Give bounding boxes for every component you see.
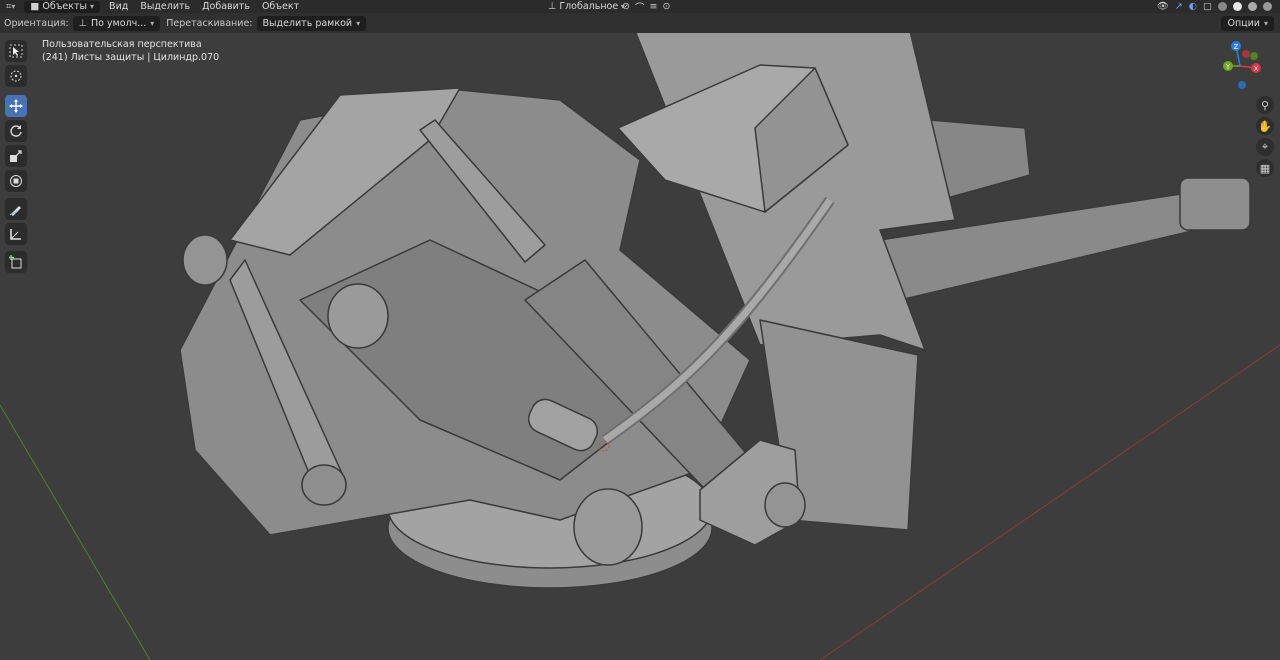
cursor-box-icon xyxy=(9,44,23,58)
add-cube-tool[interactable] xyxy=(5,251,27,273)
mount-bracket-bolt xyxy=(764,482,806,528)
drag-value: Выделить рамкой xyxy=(262,17,353,29)
grid-icon: ▦ xyxy=(1259,161,1271,175)
muzzle xyxy=(1179,177,1251,231)
tool-settings-bar: Ориентация: ⊥ По умолч... ▾ Перетаскиван… xyxy=(0,13,1280,33)
camera-button[interactable]: ⌖ xyxy=(1256,138,1274,156)
transform-orientation-label: Глобальное xyxy=(559,1,619,12)
pan-button[interactable]: ✋ xyxy=(1256,117,1274,135)
options-dropdown[interactable]: Опции ▾ xyxy=(1221,15,1274,31)
pencil-icon xyxy=(9,206,21,216)
trunnion-bottom xyxy=(573,488,643,566)
neg-y-axis-handle[interactable] xyxy=(1250,52,1258,60)
menu-object[interactable]: Объект xyxy=(256,1,305,12)
select-box-tool[interactable] xyxy=(5,40,27,62)
transform-icon xyxy=(10,175,22,187)
ortho-toggle-button[interactable]: ▦ xyxy=(1256,159,1274,177)
view-name: Пользовательская перспектива xyxy=(42,39,202,50)
menu-add[interactable]: Добавить xyxy=(196,1,256,12)
cursor-circle-icon xyxy=(10,70,22,82)
navigation-gizmo[interactable]: Z Y X xyxy=(1216,38,1272,94)
trunnion-left xyxy=(327,283,389,349)
move-arrows-icon xyxy=(9,99,23,113)
add-cube-icon xyxy=(9,255,22,269)
camera-icon: ⌖ xyxy=(1261,140,1269,153)
header-bar: ⌗▾ ■ Объекты ▾ Вид Выделить Добавить Объ… xyxy=(0,0,1280,14)
axes-icon: ⊥ xyxy=(78,17,87,29)
z-axis-handle[interactable]: Z xyxy=(1231,41,1241,51)
snap-target-icon[interactable]: ≡ xyxy=(649,1,657,12)
editor-type-button[interactable]: ⌗▾ xyxy=(0,1,21,12)
chevron-down-icon: ▾ xyxy=(150,18,155,28)
orientation-dropdown[interactable]: ⊥ По умолч... ▾ xyxy=(72,15,161,31)
object-info: (241) Листы защиты | Цилиндр.070 xyxy=(42,52,220,63)
object-mode-icon: ■ xyxy=(30,1,40,12)
x-axis-label: X xyxy=(1254,65,1259,73)
rotate-icon xyxy=(10,125,22,137)
neg-x-axis-handle[interactable] xyxy=(1242,50,1250,58)
snap-icon[interactable]: ⌒ xyxy=(635,0,645,14)
orientation-label: Ориентация: xyxy=(4,17,69,29)
drag-dropdown[interactable]: Выделить рамкой ▾ xyxy=(256,15,367,31)
hand-icon: ✋ xyxy=(1258,119,1272,133)
transform-tool[interactable] xyxy=(5,170,27,192)
y-axis-handle[interactable]: Y xyxy=(1223,61,1233,71)
viewport-info: Пользовательская перспектива (241) Листы… xyxy=(42,38,219,64)
object-mode-dropdown[interactable]: ■ Объекты ▾ xyxy=(24,0,101,13)
rotate-tool[interactable] xyxy=(5,120,27,142)
xray-icon[interactable]: ▢ xyxy=(1203,1,1212,12)
annotate-tool[interactable] xyxy=(5,198,27,220)
neg-z-axis-handle[interactable] xyxy=(1238,81,1246,89)
menu-select[interactable]: Выделить xyxy=(134,1,196,12)
pivot-icon[interactable]: ⊘ xyxy=(622,1,630,12)
material-shading-icon[interactable] xyxy=(1248,2,1257,11)
scale-icon xyxy=(10,150,22,162)
rendered-shading-icon[interactable] xyxy=(1263,2,1272,11)
chevron-down-icon: ▾ xyxy=(90,2,95,11)
menu-view[interactable]: Вид xyxy=(103,1,134,12)
options-label: Опции xyxy=(1227,17,1260,29)
trunnion-rear xyxy=(182,234,228,286)
side-arm-joint xyxy=(301,464,347,506)
object-mode-label: Объекты xyxy=(42,1,88,12)
y-axis-line xyxy=(0,404,151,660)
proportional-edit-icon[interactable]: ⊙ xyxy=(662,1,670,12)
orientation-value: По умолч... xyxy=(90,17,147,29)
viewport-navigation: ⚲ ✋ ⌖ ▦ xyxy=(1256,96,1276,180)
transform-orientation-dropdown[interactable]: ⊥ Глобальное ▾ xyxy=(548,0,625,13)
scale-tool[interactable] xyxy=(5,145,27,167)
wireframe-shading-icon[interactable] xyxy=(1218,2,1227,11)
z-axis-label: Z xyxy=(1234,43,1239,51)
ruler-icon xyxy=(10,229,21,240)
x-axis-handle[interactable]: X xyxy=(1251,63,1261,73)
left-toolbar xyxy=(5,40,29,276)
orientation-icon: ⊥ xyxy=(548,1,557,12)
cursor-tool[interactable] xyxy=(5,65,27,87)
gizmo-toggle-icon[interactable]: ↗ xyxy=(1175,1,1183,12)
visibility-icon[interactable]: 👁 xyxy=(1157,1,1169,12)
chevron-down-icon: ▾ xyxy=(356,18,361,28)
measure-tool[interactable] xyxy=(5,223,27,245)
zoom-icon: ⚲ xyxy=(1260,98,1270,112)
move-tool[interactable] xyxy=(5,95,27,117)
y-axis-label: Y xyxy=(1225,63,1231,71)
3d-viewport[interactable] xyxy=(0,33,1280,660)
drag-label: Перетаскивание: xyxy=(166,17,253,29)
chevron-down-icon: ▾ xyxy=(1263,18,1268,28)
gun-model[interactable] xyxy=(179,33,1251,589)
solid-shading-icon[interactable] xyxy=(1233,2,1242,11)
overlay-toggle-icon[interactable]: ◐ xyxy=(1189,1,1197,12)
zoom-button[interactable]: ⚲ xyxy=(1256,96,1274,114)
